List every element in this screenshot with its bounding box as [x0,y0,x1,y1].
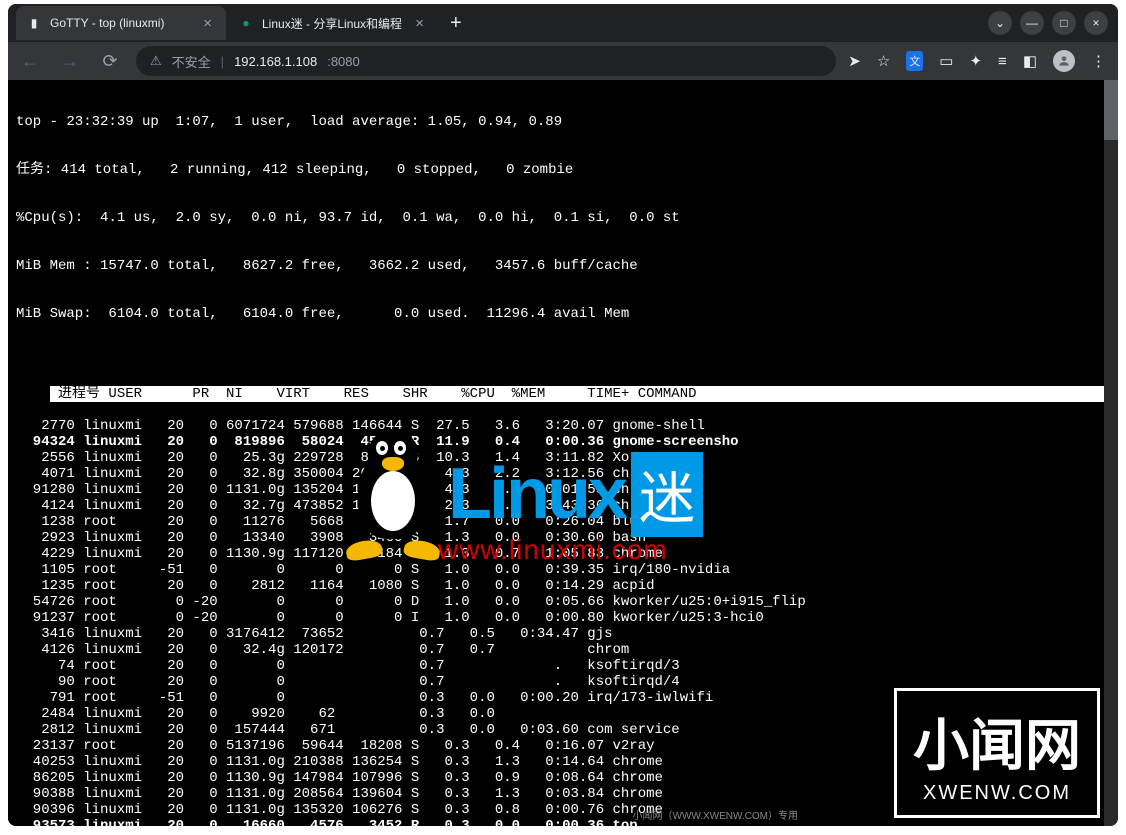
process-row: 3416 linuxmi 20 0 3176412 73652 0.7 0.5 … [16,626,1110,642]
toolbar-icons: ➤ ☆ 文 ▭ ✦ ≡ ◧ ⋮ [848,50,1110,72]
tab-inactive[interactable]: ● Linux迷 - 分享Linux和编程 × [228,6,438,40]
chevron-down-icon[interactable]: ⌄ [988,11,1012,35]
process-row: 4071 linuxmi 20 0 32.8g 350004 209096 S … [16,466,1110,482]
process-row: 2556 linuxmi 20 0 25.3g 229728 89748 S 1… [16,450,1110,466]
address-bar[interactable]: ⚠ 不安全 | 192.168.1.108:8080 [136,46,836,76]
process-row: 86205 linuxmi 20 0 1130.9g 147984 107996… [16,770,1110,786]
tab-title: GoTTY - top (linuxmi) [50,16,164,30]
mem-line: MiB Mem : 15747.0 total, 8627.2 free, 36… [16,258,1110,274]
back-button[interactable]: ← [16,51,44,72]
close-window-button[interactable]: × [1084,11,1108,35]
process-row: 2770 linuxmi 20 0 6071724 579688 146644 … [16,418,1110,434]
toolbar: ← → ⟳ ⚠ 不安全 | 192.168.1.108:8080 ➤ ☆ 文 ▭… [8,42,1118,80]
process-row: 91237 root 0 -20 0 0 0 I 1.0 0.0 0:00.80… [16,610,1110,626]
terminal-output[interactable]: top - 23:32:39 up 1:07, 1 user, load ave… [8,80,1118,826]
process-row: 2812 linuxmi 20 0 157444 671 0.3 0.0 0:0… [16,722,1110,738]
process-list: 2770 linuxmi 20 0 6071724 579688 146644 … [16,418,1110,826]
process-row: 23137 root 20 0 5137196 59644 18208 S 0.… [16,738,1110,754]
scrollbar[interactable] [1104,80,1118,826]
process-row: 93573 linuxmi 20 0 16660 4576 3452 R 0.3… [16,818,1110,826]
insecure-icon: ⚠ [150,53,162,69]
process-row: 40253 linuxmi 20 0 1131.0g 210388 136254… [16,754,1110,770]
process-row: 2484 linuxmi 20 0 9920 62 0.3 0.0 [16,706,1110,722]
linux-favicon: ● [238,15,254,31]
process-row: 1238 root 20 0 11276 5668 5060 S 1.7 0.0… [16,514,1110,530]
process-row: 4124 linuxmi 20 0 32.7g 473852 169728 S … [16,498,1110,514]
scrollbar-thumb[interactable] [1104,80,1118,140]
process-row: 90388 linuxmi 20 0 1131.0g 208564 139604… [16,786,1110,802]
top-summary-line: top - 23:32:39 up 1:07, 1 user, load ave… [16,114,1110,130]
swap-line: MiB Swap: 6104.0 total, 6104.0 free, 0.0… [16,306,1110,322]
reload-button[interactable]: ⟳ [96,51,124,72]
process-row: 91280 linuxmi 20 0 1131.0g 135204 105664… [16,482,1110,498]
process-row: 54726 root 0 -20 0 0 0 D 1.0 0.0 0:05.66… [16,594,1110,610]
column-header: 进程号 USER PR NI VIRT RES SHR %CPU %MEM TI… [50,386,1118,402]
forward-button[interactable]: → [56,51,84,72]
url-host: 192.168.1.108 [234,54,317,69]
process-row: 74 root 20 0 0 0.7 . ksoftirqd/3 [16,658,1110,674]
url-port: :8080 [327,54,360,69]
translate-icon[interactable]: 文 [906,51,923,71]
minimize-button[interactable]: — [1020,11,1044,35]
cpu-line: %Cpu(s): 4.1 us, 2.0 sy, 0.0 ni, 93.7 id… [16,210,1110,226]
side-panel-icon[interactable]: ◧ [1023,52,1037,70]
process-row: 1235 root 20 0 2812 1164 1080 S 1.0 0.0 … [16,578,1110,594]
process-row: 2923 linuxmi 20 0 13340 3908 3460 S 1.3 … [16,530,1110,546]
process-row: 791 root -51 0 0 0.3 0.0 0:00.20 irq/173… [16,690,1110,706]
new-tab-button[interactable]: + [440,12,472,35]
process-row: 4126 linuxmi 20 0 32.4g 120172 0.7 0.7 c… [16,642,1110,658]
menu-icon[interactable]: ⋮ [1091,52,1106,70]
reading-list-icon[interactable]: ≡ [998,53,1007,70]
tab-title: Linux迷 - 分享Linux和编程 [262,15,402,32]
maximize-button[interactable]: □ [1052,11,1076,35]
browser-window: ▮ GoTTY - top (linuxmi) × ● Linux迷 - 分享L… [8,4,1118,826]
extensions-icon[interactable]: ✦ [969,52,982,70]
book-icon[interactable]: ▭ [939,52,953,70]
process-row: 90396 linuxmi 20 0 1131.0g 135320 106276… [16,802,1110,818]
close-tab-icon[interactable]: × [199,15,216,32]
close-tab-icon[interactable]: × [411,15,428,32]
terminal-favicon: ▮ [26,15,42,31]
insecure-label: 不安全 [172,52,211,71]
process-row: 94324 linuxmi 20 0 819896 58024 45424 R … [16,434,1110,450]
bookmark-icon[interactable]: ☆ [877,52,890,70]
tab-active[interactable]: ▮ GoTTY - top (linuxmi) × [16,6,226,40]
window-controls: ⌄ — □ × [988,11,1118,35]
titlebar: ▮ GoTTY - top (linuxmi) × ● Linux迷 - 分享L… [8,4,1118,42]
share-icon[interactable]: ➤ [848,52,861,70]
tasks-line: 任务: 414 total, 2 running, 412 sleeping, … [16,162,1110,178]
process-row: 4229 linuxmi 20 0 1130.9g 117120 86184 S… [16,546,1110,562]
process-row: 90 root 20 0 0 0.7 . ksoftirqd/4 [16,674,1110,690]
process-row: 1105 root -51 0 0 0 0 S 1.0 0.0 0:39.35 … [16,562,1110,578]
avatar[interactable] [1053,50,1075,72]
